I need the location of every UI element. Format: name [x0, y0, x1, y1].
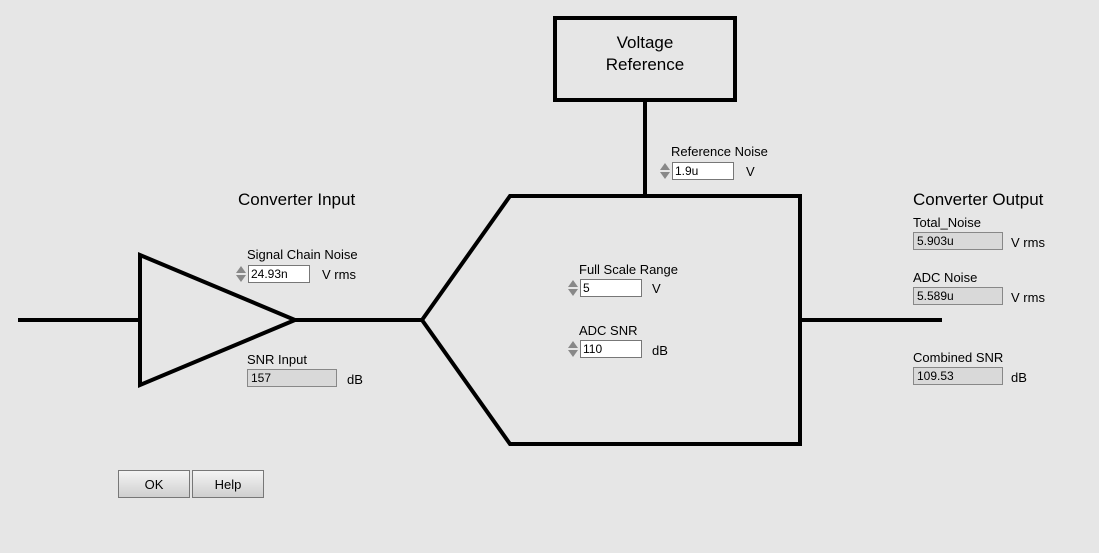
adc-snr-input[interactable]	[580, 340, 642, 358]
voltage-reference-title-line2: Reference	[606, 55, 684, 74]
adc-noise-label: ADC Noise	[913, 270, 977, 285]
voltage-reference-title-line1: Voltage	[617, 33, 674, 52]
spinner-icon[interactable]	[566, 279, 580, 297]
voltage-reference-title: Voltage Reference	[555, 32, 735, 76]
full-scale-range-unit: V	[652, 281, 661, 296]
total-noise-label: Total_Noise	[913, 215, 981, 230]
spinner-icon[interactable]	[658, 162, 672, 180]
signal-chain-noise-label: Signal Chain Noise	[247, 247, 358, 262]
adc-noise-readout: 5.589u	[913, 287, 1003, 305]
combined-snr-label: Combined SNR	[913, 350, 1003, 365]
signal-chain-noise-unit: V rms	[322, 267, 356, 282]
adc-snr-unit: dB	[652, 343, 668, 358]
spinner-icon[interactable]	[566, 340, 580, 358]
snr-input-unit: dB	[347, 372, 363, 387]
help-button[interactable]: Help	[192, 470, 264, 498]
reference-noise-input[interactable]	[672, 162, 734, 180]
snr-input-readout: 157	[247, 369, 337, 387]
full-scale-range-label: Full Scale Range	[579, 262, 678, 277]
converter-output-heading: Converter Output	[913, 190, 1043, 210]
reference-noise-label: Reference Noise	[671, 144, 768, 159]
ok-button[interactable]: OK	[118, 470, 190, 498]
combined-snr-unit: dB	[1011, 370, 1027, 385]
spinner-icon[interactable]	[234, 265, 248, 283]
total-noise-unit: V rms	[1011, 235, 1045, 250]
converter-input-heading: Converter Input	[238, 190, 355, 210]
snr-input-label: SNR Input	[247, 352, 307, 367]
combined-snr-readout: 109.53	[913, 367, 1003, 385]
adc-snr-label: ADC SNR	[579, 323, 638, 338]
reference-noise-unit: V	[746, 164, 755, 179]
full-scale-range-input[interactable]	[580, 279, 642, 297]
adc-noise-unit: V rms	[1011, 290, 1045, 305]
signal-chain-noise-input[interactable]	[248, 265, 310, 283]
total-noise-readout: 5.903u	[913, 232, 1003, 250]
